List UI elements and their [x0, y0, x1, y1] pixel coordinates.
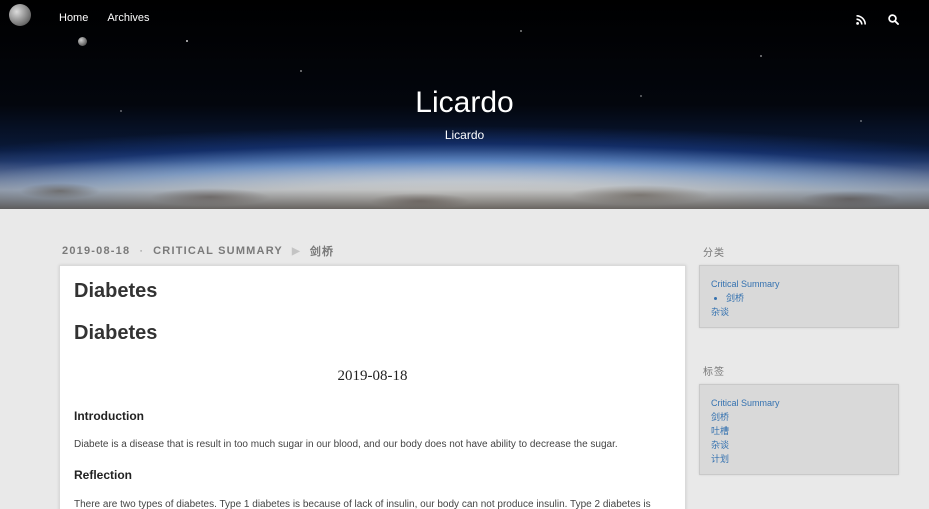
small-moon-graphic: [78, 37, 87, 46]
tag-link[interactable]: Critical Summary: [711, 396, 887, 410]
section-heading-reflection: Reflection: [74, 468, 133, 482]
category-link[interactable]: 杂谈: [711, 305, 887, 319]
tag-link[interactable]: 计划: [711, 452, 887, 466]
section-paragraph: There are two types of diabetes. Type 1 …: [74, 499, 651, 509]
sidebar-tags-title: 标签: [703, 367, 725, 378]
earth-clouds: [0, 161, 929, 209]
nav-archives-link[interactable]: Archives: [107, 12, 149, 24]
post-subcategory-link[interactable]: 剑桥: [310, 243, 334, 259]
nav-icons: [856, 12, 899, 30]
star: [760, 55, 762, 57]
content-date: 2019-08-18: [337, 368, 408, 384]
search-icon[interactable]: [888, 12, 899, 30]
tag-link[interactable]: 杂谈: [711, 438, 887, 452]
post-date: 2019-08-18: [62, 245, 131, 257]
star: [300, 70, 302, 72]
category-list-item: 剑桥: [726, 291, 887, 305]
post-meta: 2019-08-18 · CRITICAL SUMMARY ▶ 剑桥: [62, 243, 334, 259]
content-heading: Diabetes: [74, 322, 158, 344]
star: [520, 30, 522, 32]
star: [186, 40, 188, 42]
rss-icon[interactable]: [856, 12, 866, 30]
main-nav: Home Archives: [59, 12, 150, 24]
sidebar-categories-box: Critical Summary 剑桥 杂谈: [699, 265, 899, 328]
meta-separator: ·: [139, 245, 145, 257]
post-title: Diabetes: [74, 280, 158, 302]
sidebar-tags-box: Critical Summary 剑桥 吐槽 杂谈 计划: [699, 384, 899, 475]
tag-link[interactable]: 吐槽: [711, 424, 887, 438]
site-subtitle: Licardo: [444, 128, 485, 142]
site-title: Licardo: [415, 86, 514, 119]
section-paragraph: Diabete is a disease that is result in t…: [74, 439, 618, 450]
sidebar-categories-title: 分类: [703, 248, 725, 259]
nav-home-link[interactable]: Home: [59, 12, 88, 24]
header-banner: Home Archives Licardo Licardo: [0, 0, 929, 209]
caret-right-icon: ▶: [291, 245, 301, 257]
post-card: Diabetes Diabetes 2019-08-18 Introductio…: [59, 265, 686, 509]
post-category-link[interactable]: CRITICAL SUMMARY: [153, 245, 283, 257]
moon-graphic: [9, 4, 31, 26]
star: [860, 120, 862, 122]
category-link[interactable]: 剑桥: [726, 293, 744, 303]
category-sublist: 剑桥: [711, 291, 887, 305]
section-heading-introduction: Introduction: [74, 409, 144, 423]
category-link[interactable]: Critical Summary: [711, 277, 887, 291]
tag-link[interactable]: 剑桥: [711, 410, 887, 424]
